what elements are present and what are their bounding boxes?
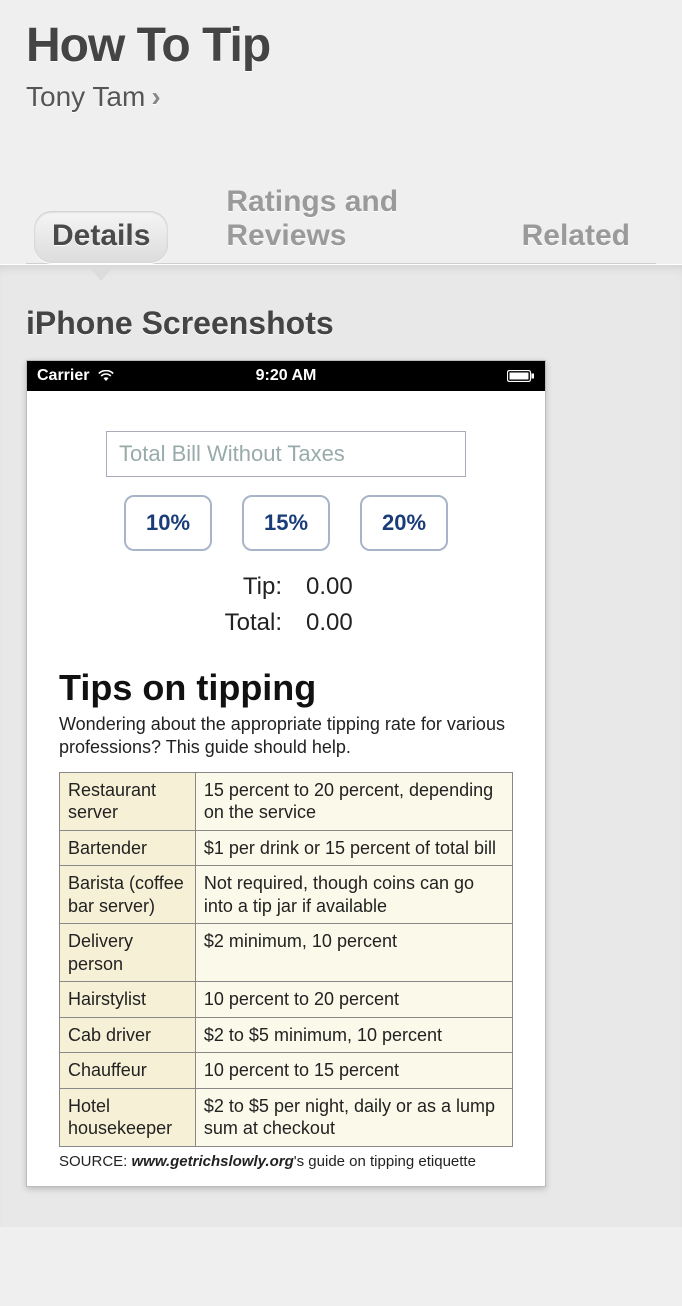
role-cell: Hotel housekeeper — [60, 1088, 196, 1146]
rate-cell: 10 percent to 15 percent — [195, 1053, 512, 1089]
rate-cell: Not required, though coins can go into a… — [195, 866, 512, 924]
rate-cell: $2 minimum, 10 percent — [195, 924, 512, 982]
role-cell: Bartender — [60, 830, 196, 866]
source-suffix: 's guide on tipping etiquette — [294, 1153, 476, 1170]
table-row: Cab driver $2 to $5 minimum, 10 percent — [60, 1017, 513, 1053]
tab-details[interactable]: Details — [34, 211, 168, 263]
app-title: How To Tip — [26, 18, 656, 73]
tip-label: Tip: — [146, 573, 306, 601]
section-heading: iPhone Screenshots — [26, 305, 656, 342]
role-cell: Restaurant server — [60, 772, 196, 830]
bill-input[interactable] — [106, 431, 466, 477]
total-label: Total: — [146, 609, 306, 637]
tips-subheading: Wondering about the appropriate tipping … — [59, 713, 513, 760]
source-site: www.getrichslowly.org — [132, 1153, 294, 1170]
rate-cell: 10 percent to 20 percent — [195, 982, 512, 1018]
tab-ratings-reviews[interactable]: Ratings and Reviews — [208, 177, 463, 263]
tip-value: 0.00 — [306, 573, 426, 601]
percent-15-button[interactable]: 15% — [242, 495, 330, 551]
source-prefix: SOURCE: — [59, 1153, 132, 1170]
tab-strip: Details Ratings and Reviews Related — [26, 177, 656, 264]
percent-row: 10% 15% 20% — [59, 495, 513, 551]
percent-10-button[interactable]: 10% — [124, 495, 212, 551]
rate-cell: $2 to $5 minimum, 10 percent — [195, 1017, 512, 1053]
content-area: iPhone Screenshots Carrier 9:20 AM — [0, 264, 682, 1227]
status-bar: Carrier 9:20 AM — [27, 361, 545, 391]
iphone-screenshot[interactable]: Carrier 9:20 AM — [26, 360, 546, 1187]
author-name: Tony Tam — [26, 81, 145, 113]
tips-source: SOURCE: www.getrichslowly.org's guide on… — [59, 1153, 513, 1170]
tips-table: Restaurant server 15 percent to 20 perce… — [59, 772, 513, 1147]
table-row: Restaurant server 15 percent to 20 perce… — [60, 772, 513, 830]
role-cell: Cab driver — [60, 1017, 196, 1053]
author-link[interactable]: Tony Tam › — [26, 81, 656, 113]
total-value: 0.00 — [306, 609, 426, 637]
table-row: Hotel housekeeper $2 to $5 per night, da… — [60, 1088, 513, 1146]
role-cell: Barista (coffee bar server) — [60, 866, 196, 924]
status-time: 9:20 AM — [27, 367, 545, 385]
table-row: Chauffeur 10 percent to 15 percent — [60, 1053, 513, 1089]
table-row: Barista (coffee bar server) Not required… — [60, 866, 513, 924]
rate-cell: $1 per drink or 15 percent of total bill — [195, 830, 512, 866]
table-row: Delivery person $2 minimum, 10 percent — [60, 924, 513, 982]
tips-heading: Tips on tipping — [59, 667, 513, 709]
table-row: Hairstylist 10 percent to 20 percent — [60, 982, 513, 1018]
chevron-right-icon: › — [151, 81, 160, 113]
rate-cell: $2 to $5 per night, daily or as a lump s… — [195, 1088, 512, 1146]
percent-20-button[interactable]: 20% — [360, 495, 448, 551]
role-cell: Delivery person — [60, 924, 196, 982]
role-cell: Hairstylist — [60, 982, 196, 1018]
table-row: Bartender $1 per drink or 15 percent of … — [60, 830, 513, 866]
tab-related[interactable]: Related — [504, 211, 648, 263]
rate-cell: 15 percent to 20 percent, depending on t… — [195, 772, 512, 830]
role-cell: Chauffeur — [60, 1053, 196, 1089]
